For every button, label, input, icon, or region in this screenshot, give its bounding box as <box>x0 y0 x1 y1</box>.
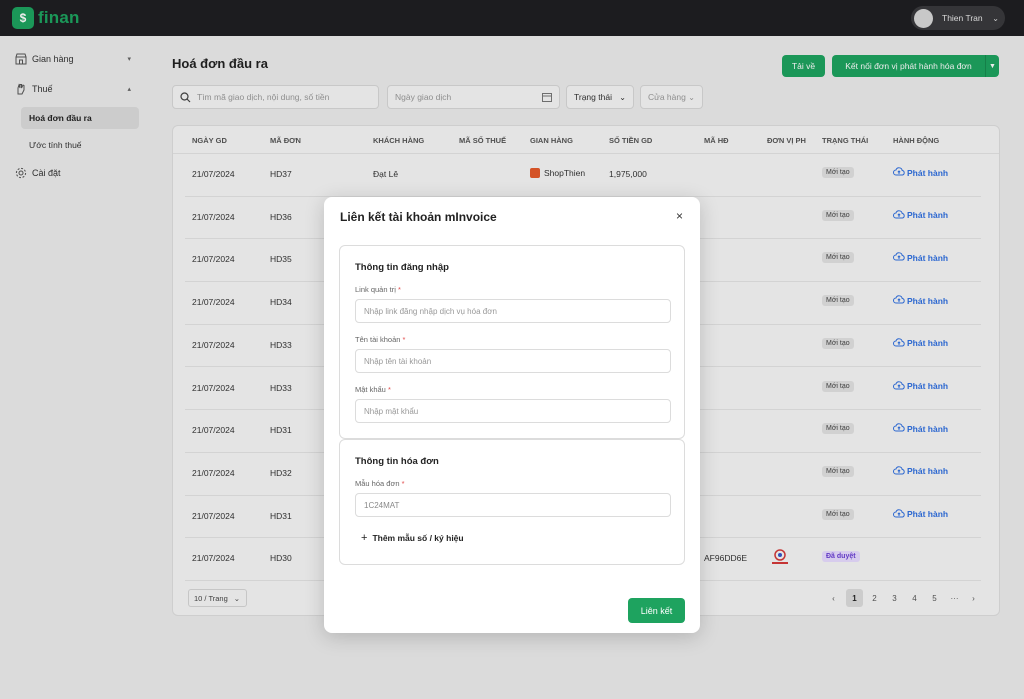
admin-link-input[interactable]: Nhập link đăng nhập dịch vụ hóa đơn <box>355 299 671 323</box>
password-input[interactable]: Nhập mật khẩu <box>355 399 671 423</box>
template-input[interactable]: 1C24MAT <box>355 493 671 517</box>
admin-link-placeholder: Nhập link đăng nhập dịch vụ hóa đơn <box>364 306 497 316</box>
admin-link-label: Link quản trị * <box>355 285 401 294</box>
link-account-button[interactable]: Liên kết <box>628 598 685 623</box>
close-icon[interactable]: × <box>676 209 683 223</box>
password-label: Mật khẩu * <box>355 385 391 394</box>
add-template-label: Thêm mẫu số / ký hiệu <box>372 533 464 543</box>
login-info-section: Thông tin đăng nhập Link quản trị * Nhập… <box>339 245 685 439</box>
username-label: Tên tài khoản * <box>355 335 406 344</box>
template-label: Mẫu hóa đơn * <box>355 479 405 488</box>
username-input[interactable]: Nhập tên tài khoản <box>355 349 671 373</box>
invoice-section-title: Thông tin hóa đơn <box>355 456 439 467</box>
add-template-button[interactable]: + Thêm mẫu số / ký hiệu <box>361 532 464 544</box>
template-value: 1C24MAT <box>364 500 400 510</box>
invoice-info-section: Thông tin hóa đơn Mẫu hóa đơn * 1C24MAT … <box>339 439 685 565</box>
password-placeholder: Nhập mật khẩu <box>364 406 419 416</box>
modal-title: Liên kết tài khoản mInvoice <box>340 210 497 224</box>
link-account-modal: Liên kết tài khoản mInvoice × Thông tin … <box>324 197 700 633</box>
username-placeholder: Nhập tên tài khoản <box>364 356 432 366</box>
plus-icon: + <box>361 532 368 544</box>
login-section-title: Thông tin đăng nhập <box>355 262 449 273</box>
